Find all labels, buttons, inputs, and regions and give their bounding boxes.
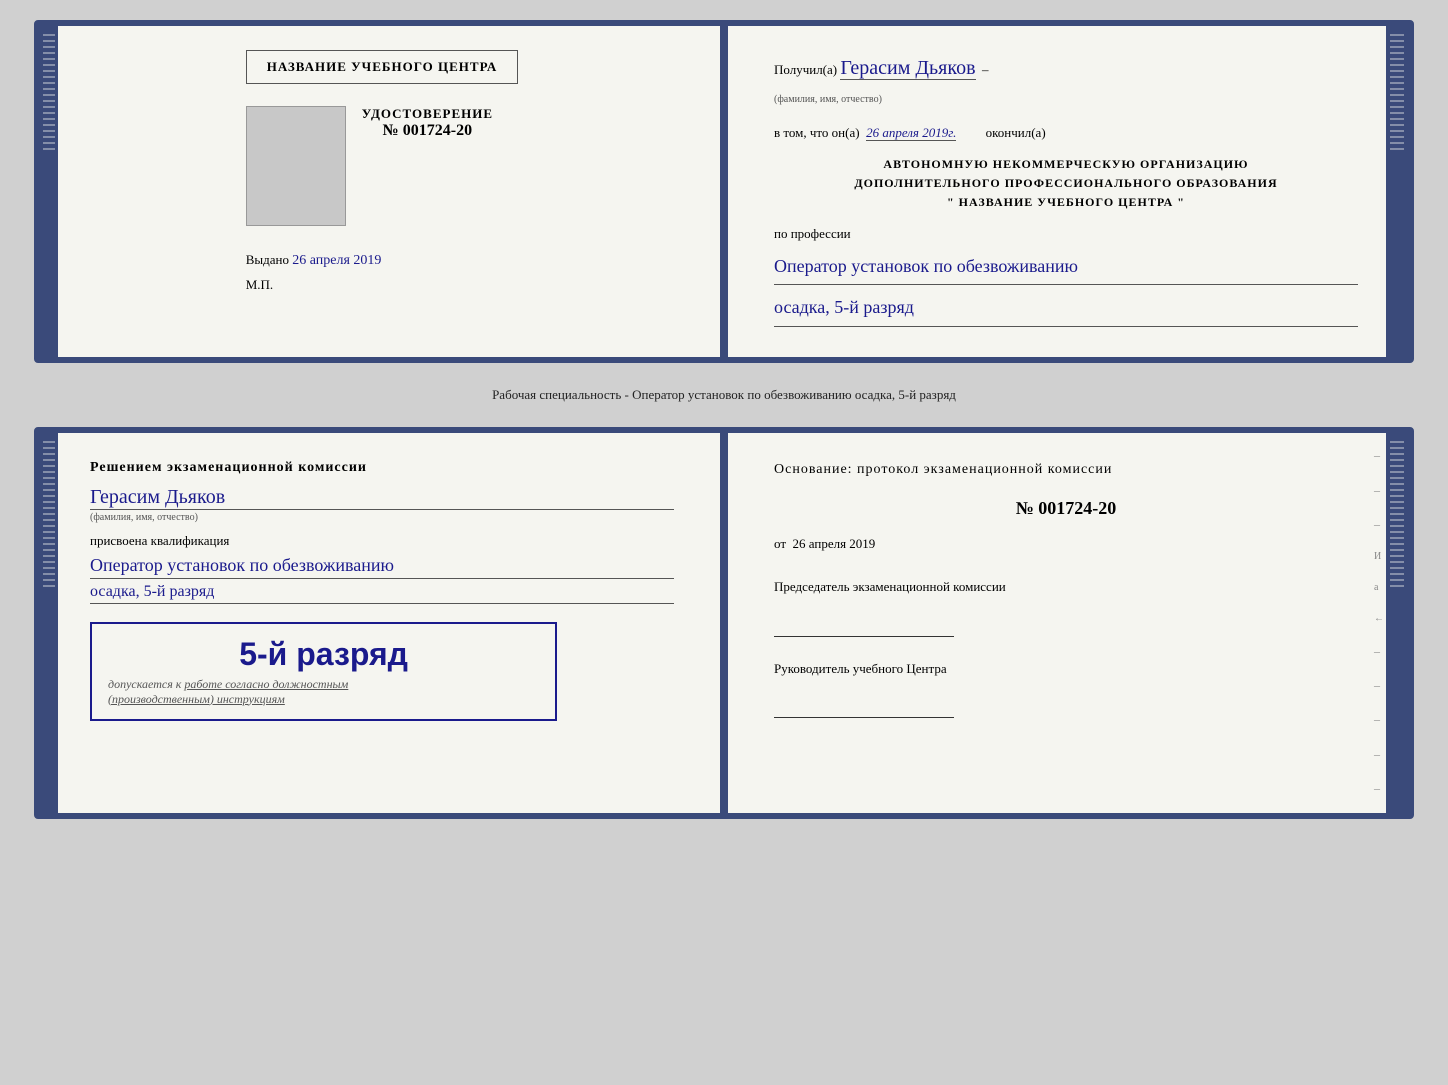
- rank-label: 5-й разряд: [108, 636, 539, 673]
- mp-label: М.П.: [246, 277, 519, 293]
- center-head-label: Руководитель учебного Центра: [774, 657, 1358, 680]
- chairman-sig-line: [774, 619, 954, 637]
- bottom-certificate: Решением экзаменационной комиссии Гераси…: [34, 427, 1414, 819]
- top-certificate: НАЗВАНИЕ УЧЕБНОГО ЦЕНТРА УДОСТОВЕРЕНИЕ №…: [34, 20, 1414, 363]
- recipient-line: Получил(а) Герасим Дьяков – (фамилия, им…: [774, 50, 1358, 109]
- photo-placeholder: [246, 106, 346, 226]
- right-dash-decorations: ––– И а ← –––––: [1374, 433, 1384, 813]
- school-name-text: НАЗВАНИЕ УЧЕБНОГО ЦЕНТРА: [267, 59, 498, 74]
- qualification-label: присвоена квалификация: [90, 533, 674, 549]
- qualification-extra: осадка, 5-й разряд: [90, 583, 674, 604]
- middle-caption: Рабочая специальность - Оператор установ…: [492, 381, 956, 409]
- doc-number: № 001724-20: [362, 122, 493, 140]
- profession-value: Оператор установок по обезвоживанию: [774, 250, 1358, 285]
- cert-number-section: УДОСТОВЕРЕНИЕ № 001724-20: [362, 106, 493, 140]
- top-cert-right-panel: Получил(а) Герасим Дьяков – (фамилия, им…: [724, 26, 1408, 357]
- org-name-block: АВТОНОМНУЮ НЕКОММЕРЧЕСКУЮ ОРГАНИЗАЦИЮ ДО…: [774, 155, 1358, 213]
- center-head-sig-line: [774, 700, 954, 718]
- person-subtitle: (фамилия, имя, отчество): [90, 512, 674, 523]
- rank-box: 5-й разряд допускается к работе согласно…: [90, 622, 557, 721]
- top-cert-left-panel: НАЗВАНИЕ УЧЕБНОГО ЦЕНТРА УДОСТОВЕРЕНИЕ №…: [40, 26, 724, 357]
- profession-extra: осадка, 5-й разряд: [774, 291, 1358, 326]
- bottom-right-decorative-bar: [1386, 433, 1408, 813]
- protocol-date: от 26 апреля 2019: [774, 532, 1358, 555]
- profession-label: по профессии: [774, 222, 1358, 245]
- doc-label: УДОСТОВЕРЕНИЕ: [362, 106, 493, 122]
- right-decorative-bar: [1386, 26, 1408, 357]
- recipient-subtitle: (фамилия, имя, отчество): [774, 94, 882, 105]
- completed-line: в том, что он(а) 26 апреля 2019г. окончи…: [774, 121, 1358, 144]
- protocol-number: № 001724-20: [774, 492, 1358, 524]
- bottom-cert-left-panel: Решением экзаменационной комиссии Гераси…: [40, 433, 724, 813]
- issued-date-value: 26 апреля 2019: [292, 253, 381, 268]
- chairman-label: Председатель экзаменационной комиссии: [774, 575, 1358, 598]
- qualification-value: Оператор установок по обезвоживанию: [90, 555, 674, 579]
- signature-section: Председатель экзаменационной комиссии Ру…: [774, 575, 1358, 718]
- commission-heading: Решением экзаменационной комиссии: [90, 457, 674, 478]
- person-name: Герасим Дьяков: [90, 486, 674, 510]
- school-name-box: НАЗВАНИЕ УЧЕБНОГО ЦЕНТРА: [246, 50, 519, 84]
- allowed-text: допускается к работе согласно должностны…: [108, 677, 539, 707]
- completed-date: 26 апреля 2019г.: [866, 125, 956, 141]
- recipient-name: Герасим Дьяков: [840, 57, 975, 80]
- issued-date: Выдано 26 апреля 2019: [246, 252, 519, 269]
- bottom-cert-right-panel: Основание: протокол экзаменационной коми…: [724, 433, 1408, 813]
- basis-heading: Основание: протокол экзаменационной коми…: [774, 457, 1358, 482]
- page-wrapper: НАЗВАНИЕ УЧЕБНОГО ЦЕНТРА УДОСТОВЕРЕНИЕ №…: [20, 20, 1428, 819]
